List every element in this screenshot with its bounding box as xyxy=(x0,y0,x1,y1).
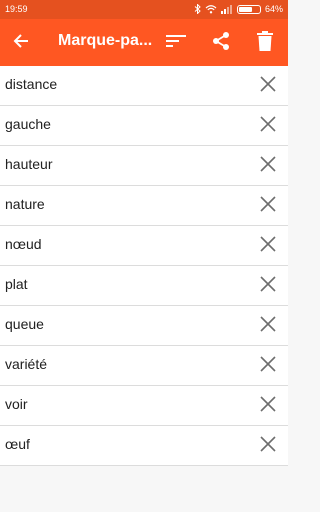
bluetooth-icon xyxy=(194,4,201,14)
close-icon xyxy=(260,75,276,97)
remove-button[interactable] xyxy=(256,434,280,458)
app-bar: Marque-pa... xyxy=(0,19,288,66)
battery-fill xyxy=(238,6,252,12)
list-item[interactable]: œuf xyxy=(0,426,288,466)
page-title: Marque-pa... xyxy=(58,32,153,49)
list-item[interactable]: distance xyxy=(0,66,288,106)
list-item-label: œuf xyxy=(5,436,30,452)
delete-button[interactable] xyxy=(252,30,278,56)
signal-icon xyxy=(220,4,233,14)
close-icon xyxy=(260,275,276,297)
close-icon xyxy=(260,395,276,417)
remove-button[interactable] xyxy=(256,194,280,218)
list-item-label: distance xyxy=(5,76,58,92)
close-icon xyxy=(260,355,276,377)
list-item[interactable]: plat xyxy=(0,266,288,306)
list-item[interactable]: hauteur xyxy=(0,146,288,186)
list-item-label: queue xyxy=(5,316,44,332)
sort-button[interactable] xyxy=(163,30,189,56)
list-item[interactable]: gauche xyxy=(0,106,288,146)
remove-button[interactable] xyxy=(256,74,280,98)
remove-button[interactable] xyxy=(256,314,280,338)
remove-button[interactable] xyxy=(256,234,280,258)
list-item[interactable]: variété xyxy=(0,346,288,386)
status-bar: 19:59 64% xyxy=(0,0,288,19)
close-icon xyxy=(260,155,276,177)
status-icons: 64% xyxy=(194,3,283,15)
remove-button[interactable] xyxy=(256,394,280,418)
sort-icon xyxy=(166,34,186,53)
list-item[interactable]: nœud xyxy=(0,226,288,266)
remove-button[interactable] xyxy=(256,274,280,298)
close-icon xyxy=(260,435,276,457)
list-item-label: gauche xyxy=(5,116,51,132)
list-item[interactable]: nature xyxy=(0,186,288,226)
list-item-label: nœud xyxy=(5,236,42,252)
close-icon xyxy=(260,195,276,217)
remove-button[interactable] xyxy=(256,114,280,138)
back-button[interactable] xyxy=(8,30,34,56)
wifi-icon xyxy=(205,4,217,14)
list-item-label: variété xyxy=(5,356,48,372)
share-icon xyxy=(212,31,230,56)
share-button[interactable] xyxy=(208,30,234,56)
remove-button[interactable] xyxy=(256,154,280,178)
close-icon xyxy=(260,315,276,337)
trash-icon xyxy=(257,30,273,56)
battery-icon xyxy=(236,4,261,14)
list-item-label: hauteur xyxy=(5,156,53,172)
list-item-label: plat xyxy=(5,276,28,292)
remove-button[interactable] xyxy=(256,354,280,378)
bookmark-list: distance gauche hauteur nature nœud plat queue… xyxy=(0,66,288,466)
back-arrow-icon xyxy=(13,33,29,54)
list-item-label: nature xyxy=(5,196,45,212)
status-time: 19:59 xyxy=(5,4,28,14)
list-item[interactable]: queue xyxy=(0,306,288,346)
list-item-label: voir xyxy=(5,396,28,412)
close-icon xyxy=(260,235,276,257)
list-item[interactable]: voir xyxy=(0,386,288,426)
close-icon xyxy=(260,115,276,137)
battery-percent: 64% xyxy=(264,4,283,14)
